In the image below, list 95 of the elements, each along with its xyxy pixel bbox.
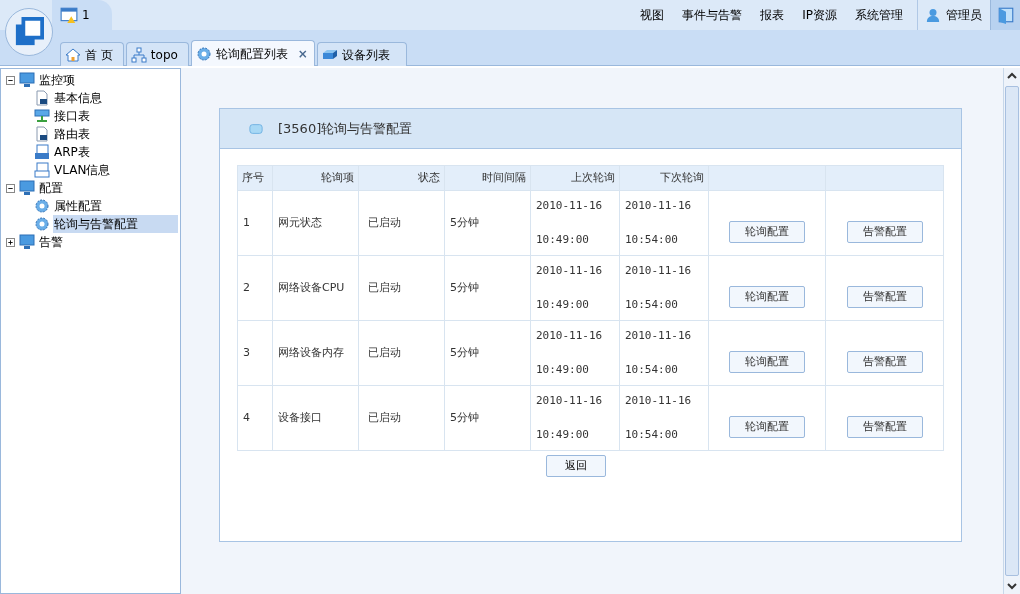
home-icon [65, 46, 81, 63]
table-cell: 2 [237, 255, 273, 321]
table-cell: 已启动 [358, 190, 445, 256]
tree-item[interactable]: VLAN信息 [53, 161, 178, 179]
date-text: 2010-11-16 [536, 263, 604, 279]
tab[interactable]: topo [125, 42, 189, 66]
config-button[interactable]: 轮询配置 [729, 221, 805, 243]
config-button[interactable]: 告警配置 [846, 286, 923, 308]
network-icon [34, 108, 50, 124]
document-icon [34, 126, 50, 142]
tree-item[interactable]: 属性配置 [53, 197, 178, 215]
gear-icon [34, 198, 50, 214]
date-text: 2010-11-16 [536, 328, 604, 344]
expand-toggle[interactable] [6, 183, 15, 193]
tree-item[interactable]: 路由表 [53, 125, 178, 143]
tab[interactable]: 设备列表 [316, 42, 407, 66]
logo-icon [14, 17, 44, 47]
tree-item[interactable]: 配置 [39, 179, 63, 197]
table-cell: 5分钟 [444, 190, 531, 256]
user-icon [926, 8, 940, 22]
table-cell: 设备接口 [272, 385, 359, 451]
expand-toggle[interactable] [6, 237, 15, 247]
table-cell: 已启动 [358, 385, 445, 451]
time-text: 10:54:00 [625, 426, 679, 443]
menu-item[interactable]: 系统管理 [855, 6, 903, 24]
time-text: 10:54:00 [625, 361, 679, 378]
table-cell: 网元状态 [272, 190, 359, 256]
tree-item[interactable]: ARP表 [53, 143, 178, 161]
config-button[interactable]: 轮询配置 [729, 351, 805, 373]
date-text: 2010-11-16 [625, 328, 693, 344]
tree-item[interactable]: 轮询与告警配置 [53, 215, 178, 233]
column-header: 上次轮询 [530, 165, 620, 191]
alarm-tab[interactable]: 1 [52, 0, 112, 30]
close-button[interactable]: × [297, 44, 310, 63]
date-text: 2010-11-16 [625, 198, 693, 214]
tree-item[interactable]: 监控项 [39, 71, 75, 89]
table-icon [34, 162, 50, 178]
config-button[interactable]: 告警配置 [846, 416, 923, 438]
network-icon [130, 46, 147, 63]
table-cell: 5分钟 [444, 320, 531, 386]
tree-item[interactable]: 基本信息 [53, 89, 178, 107]
tree-item[interactable]: 告警 [39, 233, 63, 251]
table-cell: 1 [237, 190, 273, 256]
table-cell: 网络设备内存 [272, 320, 359, 386]
monitor-icon [18, 180, 36, 196]
tab[interactable]: 轮询配置列表 × [190, 40, 315, 66]
expand-toggle[interactable] [6, 75, 15, 85]
table-cell: 5分钟 [444, 255, 531, 321]
column-header: 时间间隔 [444, 165, 531, 191]
time-text: 10:54:00 [625, 231, 679, 248]
menu-item[interactable]: 报表 [760, 6, 785, 24]
table-cell: 网络设备CPU [272, 255, 359, 321]
back-button[interactable]: 返回 [545, 455, 606, 477]
date-text: 2010-11-16 [536, 198, 604, 214]
column-header: 下次轮询 [619, 165, 709, 191]
alarm-icon [60, 6, 78, 24]
user-name[interactable]: 管理员 [946, 6, 982, 24]
time-text: 10:49:00 [536, 231, 590, 248]
panel-title: [3560]轮询与告警配置 [278, 119, 413, 138]
tab[interactable]: 首 页 [60, 42, 124, 66]
column-header: 序号 [237, 165, 273, 191]
time-text: 10:49:00 [536, 296, 590, 313]
menu-item[interactable]: 视图 [640, 6, 665, 24]
time-text: 10:49:00 [536, 426, 590, 443]
table-icon [34, 144, 50, 160]
table-cell: 3 [237, 320, 273, 386]
table-cell: 已启动 [358, 255, 445, 321]
table-cell: 5分钟 [444, 385, 531, 451]
config-button[interactable]: 告警配置 [846, 221, 923, 243]
scrollbar[interactable] [1003, 68, 1020, 594]
gear-icon [195, 45, 212, 62]
config-button[interactable]: 轮询配置 [729, 416, 805, 438]
chat-icon [248, 121, 264, 136]
menu-item[interactable]: IP资源 [802, 6, 837, 24]
door-icon [996, 6, 1015, 24]
alarm-count: 1 [82, 7, 90, 24]
monitor-icon [18, 72, 36, 88]
time-text: 10:49:00 [536, 361, 590, 378]
document-icon [34, 90, 50, 106]
gear-icon [34, 216, 50, 232]
date-text: 2010-11-16 [625, 393, 693, 409]
table-cell: 4 [237, 385, 273, 451]
date-text: 2010-11-16 [536, 393, 604, 409]
time-text: 10:54:00 [625, 296, 679, 313]
column-header: 状态 [358, 165, 445, 191]
date-text: 2010-11-16 [625, 263, 693, 279]
plus-icon [7, 238, 14, 246]
tree-item[interactable]: 接口表 [53, 107, 178, 125]
monitor-icon [18, 234, 36, 250]
column-header: 轮询项 [272, 165, 359, 191]
config-button[interactable]: 轮询配置 [729, 286, 805, 308]
table-cell: 已启动 [358, 320, 445, 386]
scroll-thumb[interactable] [1005, 86, 1019, 576]
config-button[interactable]: 告警配置 [846, 351, 923, 373]
menu-item[interactable]: 事件与告警 [682, 6, 743, 24]
